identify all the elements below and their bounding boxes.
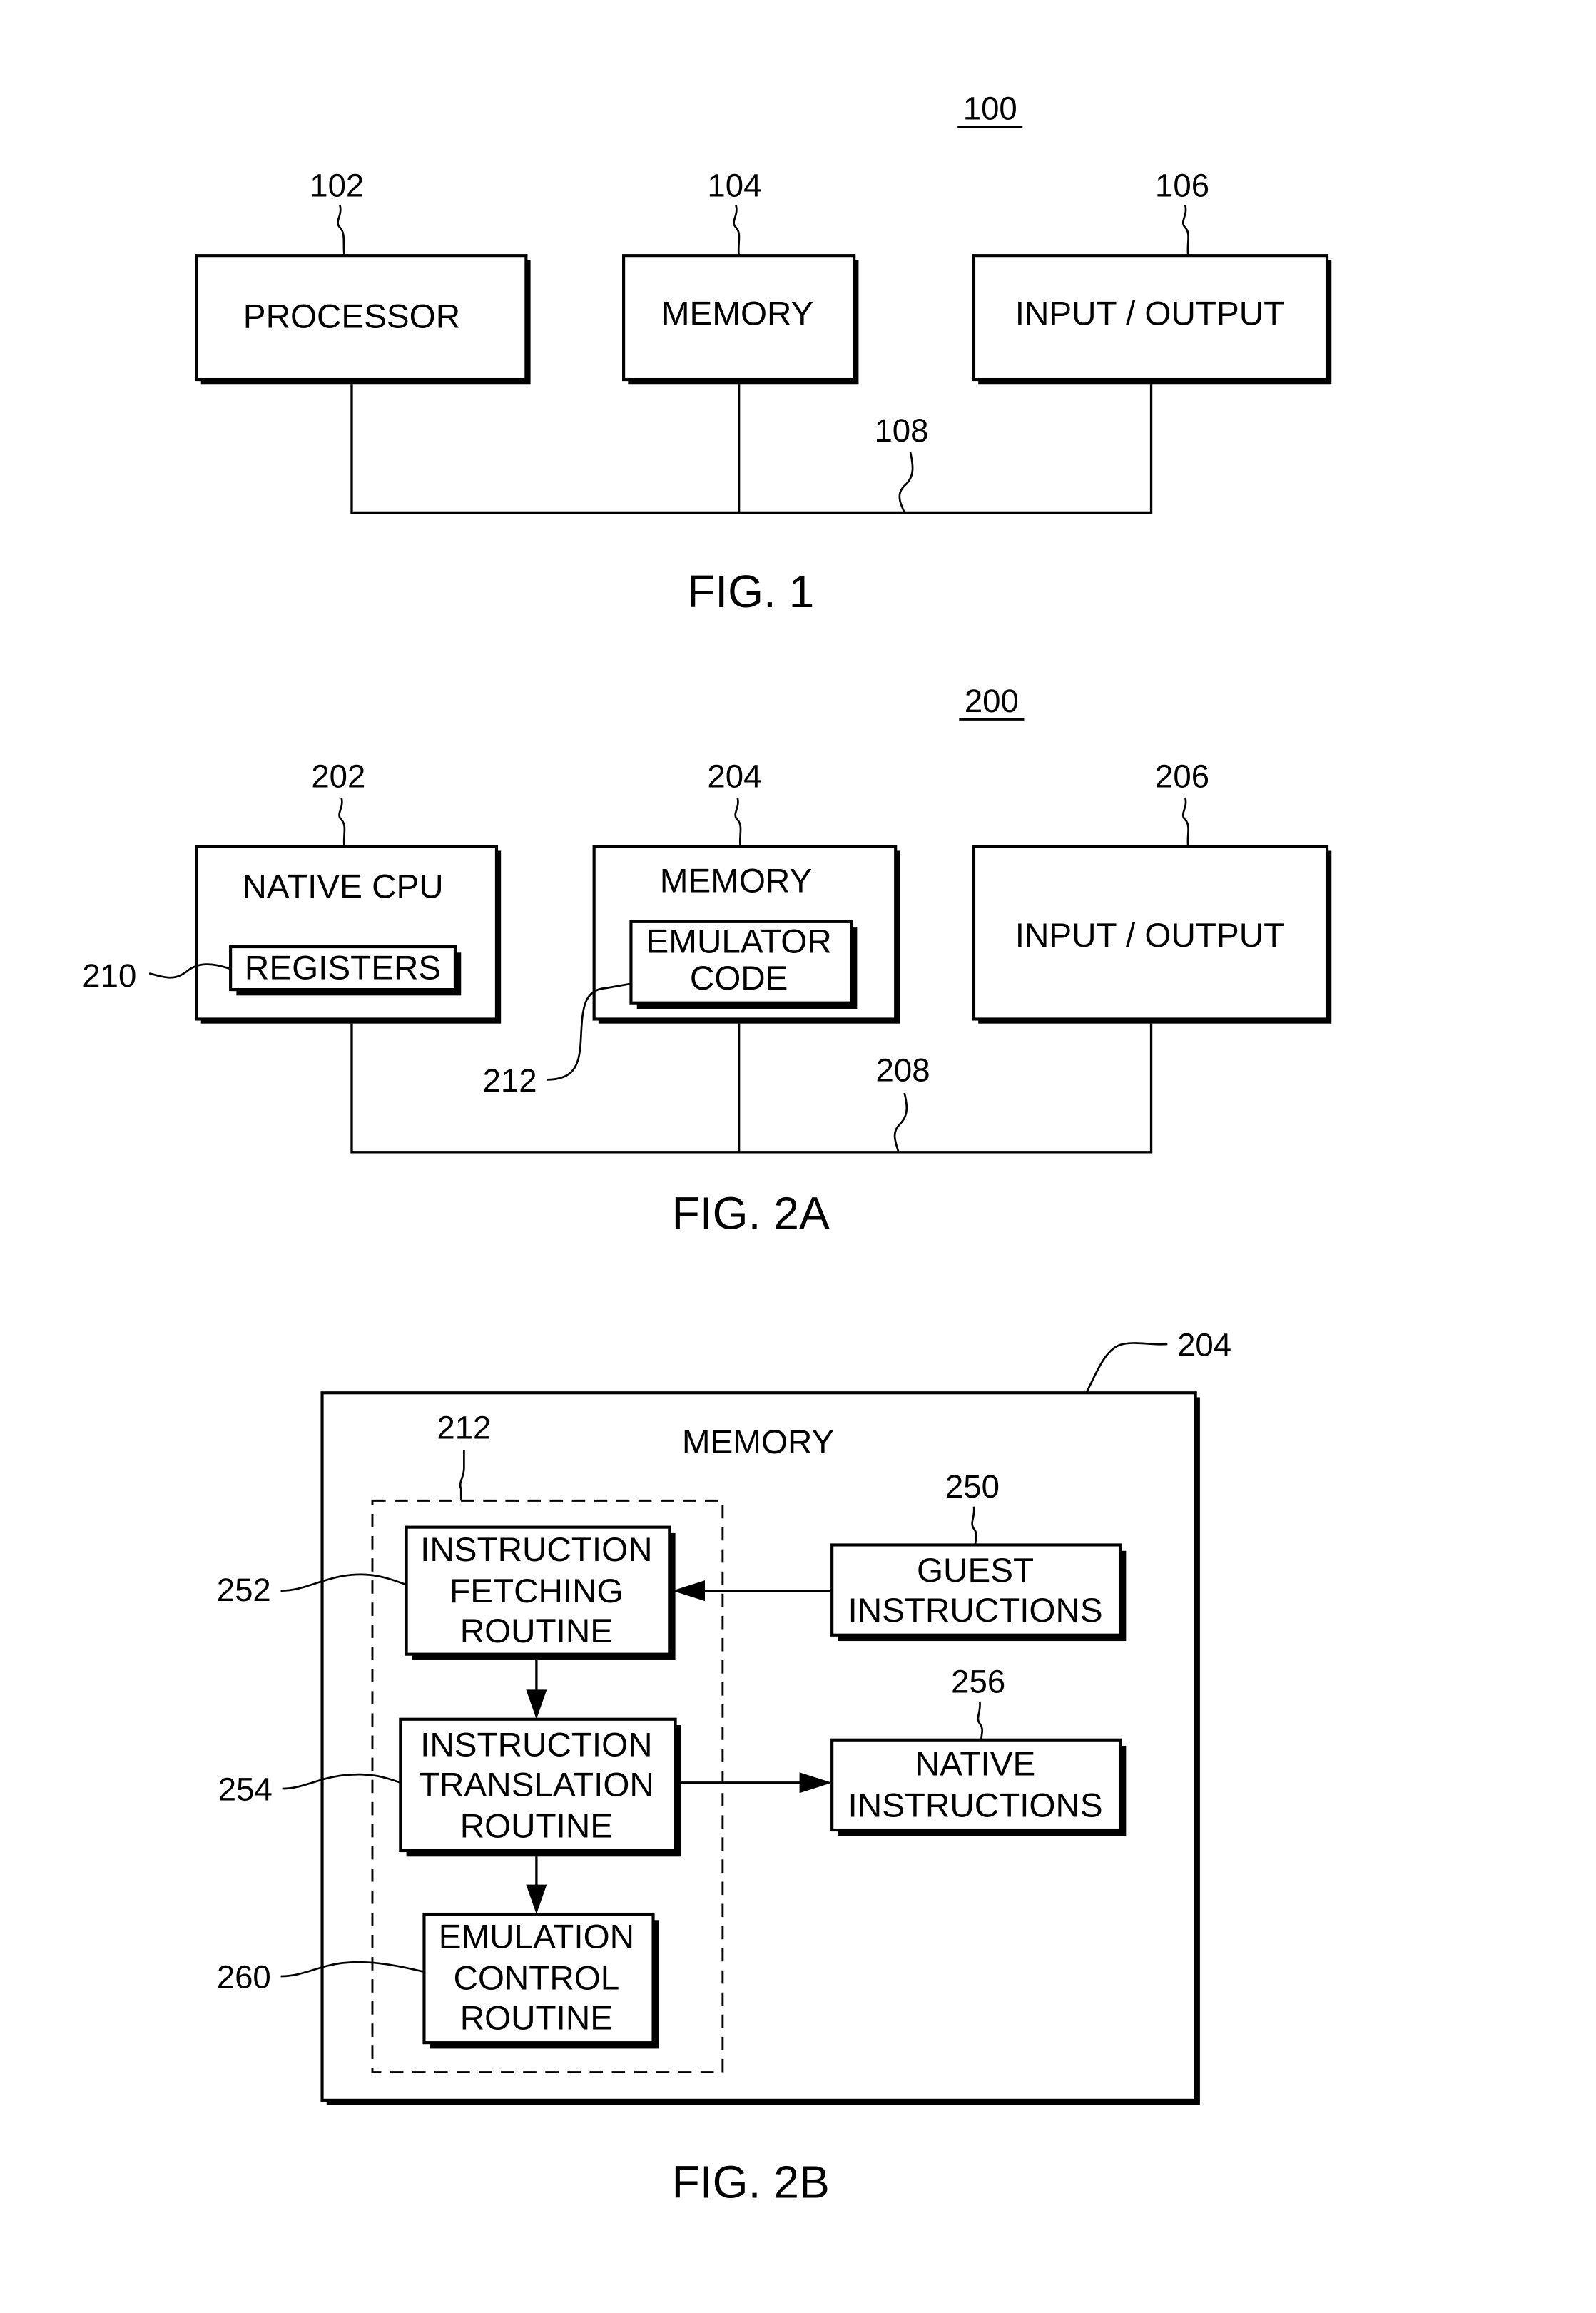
memory-label: MEMORY xyxy=(660,862,812,900)
native-line-2: INSTRUCTIONS xyxy=(848,1786,1102,1824)
fig-2a-caption: FIG. 2A xyxy=(672,1187,830,1239)
memory-leader-line xyxy=(734,797,742,847)
registers-label: REGISTERS xyxy=(245,950,441,987)
system-ref-200: 200 xyxy=(965,683,1019,719)
cpu-label: NATIVE CPU xyxy=(242,868,443,906)
outer-memory-ref: 204 xyxy=(1177,1326,1231,1363)
emulator-code-line-2: CODE xyxy=(690,960,788,997)
fig-1-caption: FIG. 1 xyxy=(687,566,814,617)
fig-2b: MEMORY 204 212 INSTRUCTION FETCHING ROUT… xyxy=(217,1326,1231,2207)
translation-line-2: TRANSLATION xyxy=(419,1766,654,1804)
guest-ref: 250 xyxy=(945,1468,1000,1505)
memory-label: MEMORY xyxy=(661,295,813,332)
io-leader-line xyxy=(1181,205,1189,256)
cpu-leader-line xyxy=(338,797,346,847)
control-line-2: CONTROL xyxy=(453,1960,619,1998)
io-ref: 206 xyxy=(1155,758,1209,794)
io-leader-line xyxy=(1181,797,1189,847)
emulator-code-line-1: EMULATOR xyxy=(646,922,832,960)
control-line-1: EMULATION xyxy=(439,1918,634,1956)
io-label: INPUT / OUTPUT xyxy=(1015,917,1284,955)
system-ref-100: 100 xyxy=(963,91,1017,127)
guest-line-2: INSTRUCTIONS xyxy=(848,1592,1102,1630)
io-label: INPUT / OUTPUT xyxy=(1015,295,1284,332)
processor-label: PROCESSOR xyxy=(243,298,460,336)
fig-2a: 200 202 NATIVE CPU REGISTERS 210 204 MEM… xyxy=(82,683,1332,1239)
registers-ref: 210 xyxy=(82,957,136,994)
patent-drawing-sheet: 100 102 PROCESSOR 104 MEMORY 106 INPUT /… xyxy=(82,91,1332,2208)
processor-leader-line xyxy=(337,205,345,256)
bus-ref: 208 xyxy=(876,1052,930,1088)
emulator-code-ref: 212 xyxy=(483,1062,537,1099)
translation-ref: 254 xyxy=(218,1771,273,1808)
bus-leader-line xyxy=(893,1092,908,1153)
fetching-line-2: FETCHING xyxy=(449,1572,623,1610)
outer-memory-label: MEMORY xyxy=(682,1423,834,1461)
bus-line xyxy=(350,384,1153,514)
fig-2b-caption: FIG. 2B xyxy=(672,2157,830,2208)
memory-leader-line xyxy=(733,205,741,256)
memory-ref: 204 xyxy=(707,758,761,794)
fetching-line-1: INSTRUCTION xyxy=(420,1531,652,1569)
control-line-3: ROUTINE xyxy=(460,2000,613,2038)
guest-line-1: GUEST xyxy=(917,1552,1034,1590)
fetching-ref: 252 xyxy=(217,1572,271,1608)
bus-ref: 108 xyxy=(874,412,928,449)
fig-1: 100 102 PROCESSOR 104 MEMORY 106 INPUT /… xyxy=(195,91,1332,617)
emulator-code-ref: 212 xyxy=(437,1409,491,1445)
native-ref: 256 xyxy=(951,1664,1005,1700)
fetching-line-3: ROUTINE xyxy=(460,1612,613,1650)
native-line-1: NATIVE xyxy=(915,1745,1035,1783)
control-ref: 260 xyxy=(217,1959,271,1996)
processor-ref: 102 xyxy=(310,167,364,203)
cpu-ref: 202 xyxy=(311,758,365,794)
translation-line-1: INSTRUCTION xyxy=(420,1727,652,1764)
translation-line-3: ROUTINE xyxy=(460,1807,613,1845)
outer-memory-leader-line xyxy=(1085,1342,1168,1393)
memory-ref: 104 xyxy=(707,167,761,203)
io-ref: 106 xyxy=(1155,167,1209,203)
bus-line xyxy=(350,1023,1153,1154)
bus-leader-line xyxy=(898,452,914,513)
